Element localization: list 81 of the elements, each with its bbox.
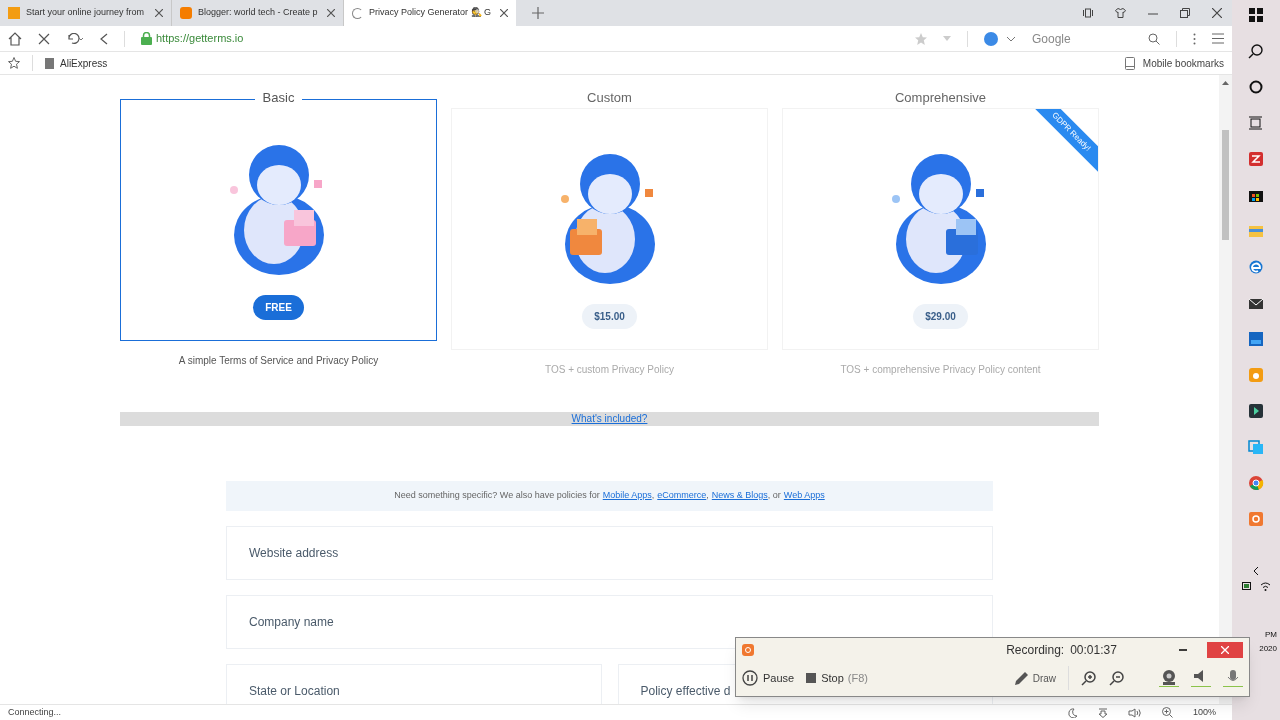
phone-icon[interactable]	[1124, 56, 1135, 70]
address-text[interactable]: https://getterms.io	[156, 30, 899, 47]
restore-icon[interactable]	[1180, 8, 1190, 18]
close-icon[interactable]	[1212, 8, 1222, 18]
bookmark-link[interactable]: AliExpress	[60, 55, 108, 71]
dev-app-icon[interactable]	[1247, 330, 1265, 348]
close-tab-icon[interactable]	[500, 9, 508, 17]
price-badge: $15.00	[582, 303, 637, 329]
lock-icon	[141, 32, 152, 45]
film-app-icon[interactable]	[1247, 402, 1265, 420]
app-icon[interactable]	[1247, 150, 1265, 168]
back-icon[interactable]	[100, 32, 108, 45]
star-icon[interactable]	[915, 32, 927, 45]
plan-description: TOS + comprehensive Privacy Policy content	[840, 362, 1041, 377]
pause-button[interactable]: Pause	[742, 669, 795, 687]
close-tab-icon[interactable]	[327, 9, 335, 17]
search-engine-icon[interactable]	[984, 31, 998, 46]
chevron-down-icon[interactable]	[1006, 35, 1016, 42]
scrollbar[interactable]	[1219, 75, 1232, 704]
download-icon[interactable]	[1097, 707, 1108, 718]
zoom-out-icon[interactable]	[1109, 670, 1125, 686]
recorder-app-icon[interactable]	[1247, 510, 1265, 528]
recording-timer: 00:01:37	[1070, 642, 1117, 659]
browser-tab[interactable]: Privacy Policy Generator 🕵 G	[344, 0, 516, 26]
clock-time: PM	[1265, 629, 1278, 641]
pencil-icon	[1013, 670, 1030, 686]
policy-link[interactable]: Mobile Apps	[602, 489, 652, 500]
zoom-in-icon[interactable]	[1081, 670, 1097, 686]
page-icon	[45, 57, 54, 69]
circle-icon[interactable]	[1247, 78, 1265, 96]
search-icon[interactable]	[1247, 42, 1265, 60]
input-field[interactable]: State or Location	[226, 663, 602, 704]
speaker-icon[interactable]	[1191, 669, 1211, 687]
close-tab-icon[interactable]	[155, 9, 163, 17]
chevron-left-icon[interactable]	[1253, 566, 1259, 576]
scrollbar-thumb[interactable]	[1222, 130, 1229, 240]
battery-icon[interactable]	[1241, 582, 1252, 590]
stop-loading-icon[interactable]	[38, 32, 50, 45]
zoom-level[interactable]: 100%	[1192, 705, 1224, 720]
price-badge: FREE	[253, 294, 304, 320]
new-tab-icon[interactable]	[532, 7, 544, 19]
close-button[interactable]	[1207, 642, 1243, 658]
windows-icon[interactable]	[1247, 6, 1265, 24]
stop-icon	[806, 673, 817, 683]
webcam-icon[interactable]	[1159, 669, 1179, 687]
star-outline-icon[interactable]	[8, 57, 20, 69]
undo-icon[interactable]	[66, 32, 84, 45]
zoom-icon[interactable]	[1161, 707, 1173, 718]
recording-label: Recording:	[1006, 642, 1065, 659]
more-icon[interactable]	[1193, 32, 1196, 45]
reader-icon[interactable]	[1083, 8, 1093, 18]
task-view-icon[interactable]	[1247, 114, 1265, 132]
app-logo-icon	[742, 644, 754, 656]
wifi-icon[interactable]	[1259, 582, 1271, 591]
status-text: Connecting...	[8, 705, 63, 719]
plan-description: A simple Terms of Service and Privacy Policy	[178, 353, 379, 368]
plan-card[interactable]: $15.00	[451, 107, 768, 350]
price-badge: $29.00	[913, 303, 968, 329]
shirt-icon[interactable]	[1115, 8, 1126, 18]
clock-date: 2020	[1259, 643, 1278, 655]
speaker-icon[interactable]	[1127, 707, 1142, 718]
stop-button[interactable]: Stop (F8)	[806, 669, 868, 687]
search-field[interactable]: Google	[1032, 29, 1132, 48]
input-field[interactable]: Website address	[226, 525, 993, 580]
notice-text: Need something specific? We also have policies for Mobile Apps, eCommerce, News & Blogs, or Web Apps	[226, 480, 993, 511]
policy-link[interactable]: Web Apps	[783, 489, 825, 500]
moon-icon[interactable]	[1067, 707, 1078, 718]
plan-description: TOS + custom Privacy Policy	[545, 362, 674, 377]
site-icon	[8, 7, 20, 19]
draw-button[interactable]: Draw	[1013, 670, 1056, 686]
scroll-up-icon[interactable]	[1222, 81, 1229, 85]
menu-icon[interactable]	[1212, 33, 1224, 44]
policy-link[interactable]: News & Blogs	[711, 489, 768, 500]
chrome-icon[interactable]	[1247, 474, 1265, 492]
microphone-icon[interactable]	[1223, 669, 1243, 687]
whats-included-link[interactable]: What's included?	[571, 411, 648, 426]
pause-icon	[742, 670, 758, 686]
home-icon[interactable]	[8, 31, 22, 46]
blogger-icon	[180, 7, 192, 19]
edge-icon[interactable]	[1247, 258, 1265, 276]
bookmark-link[interactable]: Mobile bookmarks	[1142, 55, 1224, 71]
